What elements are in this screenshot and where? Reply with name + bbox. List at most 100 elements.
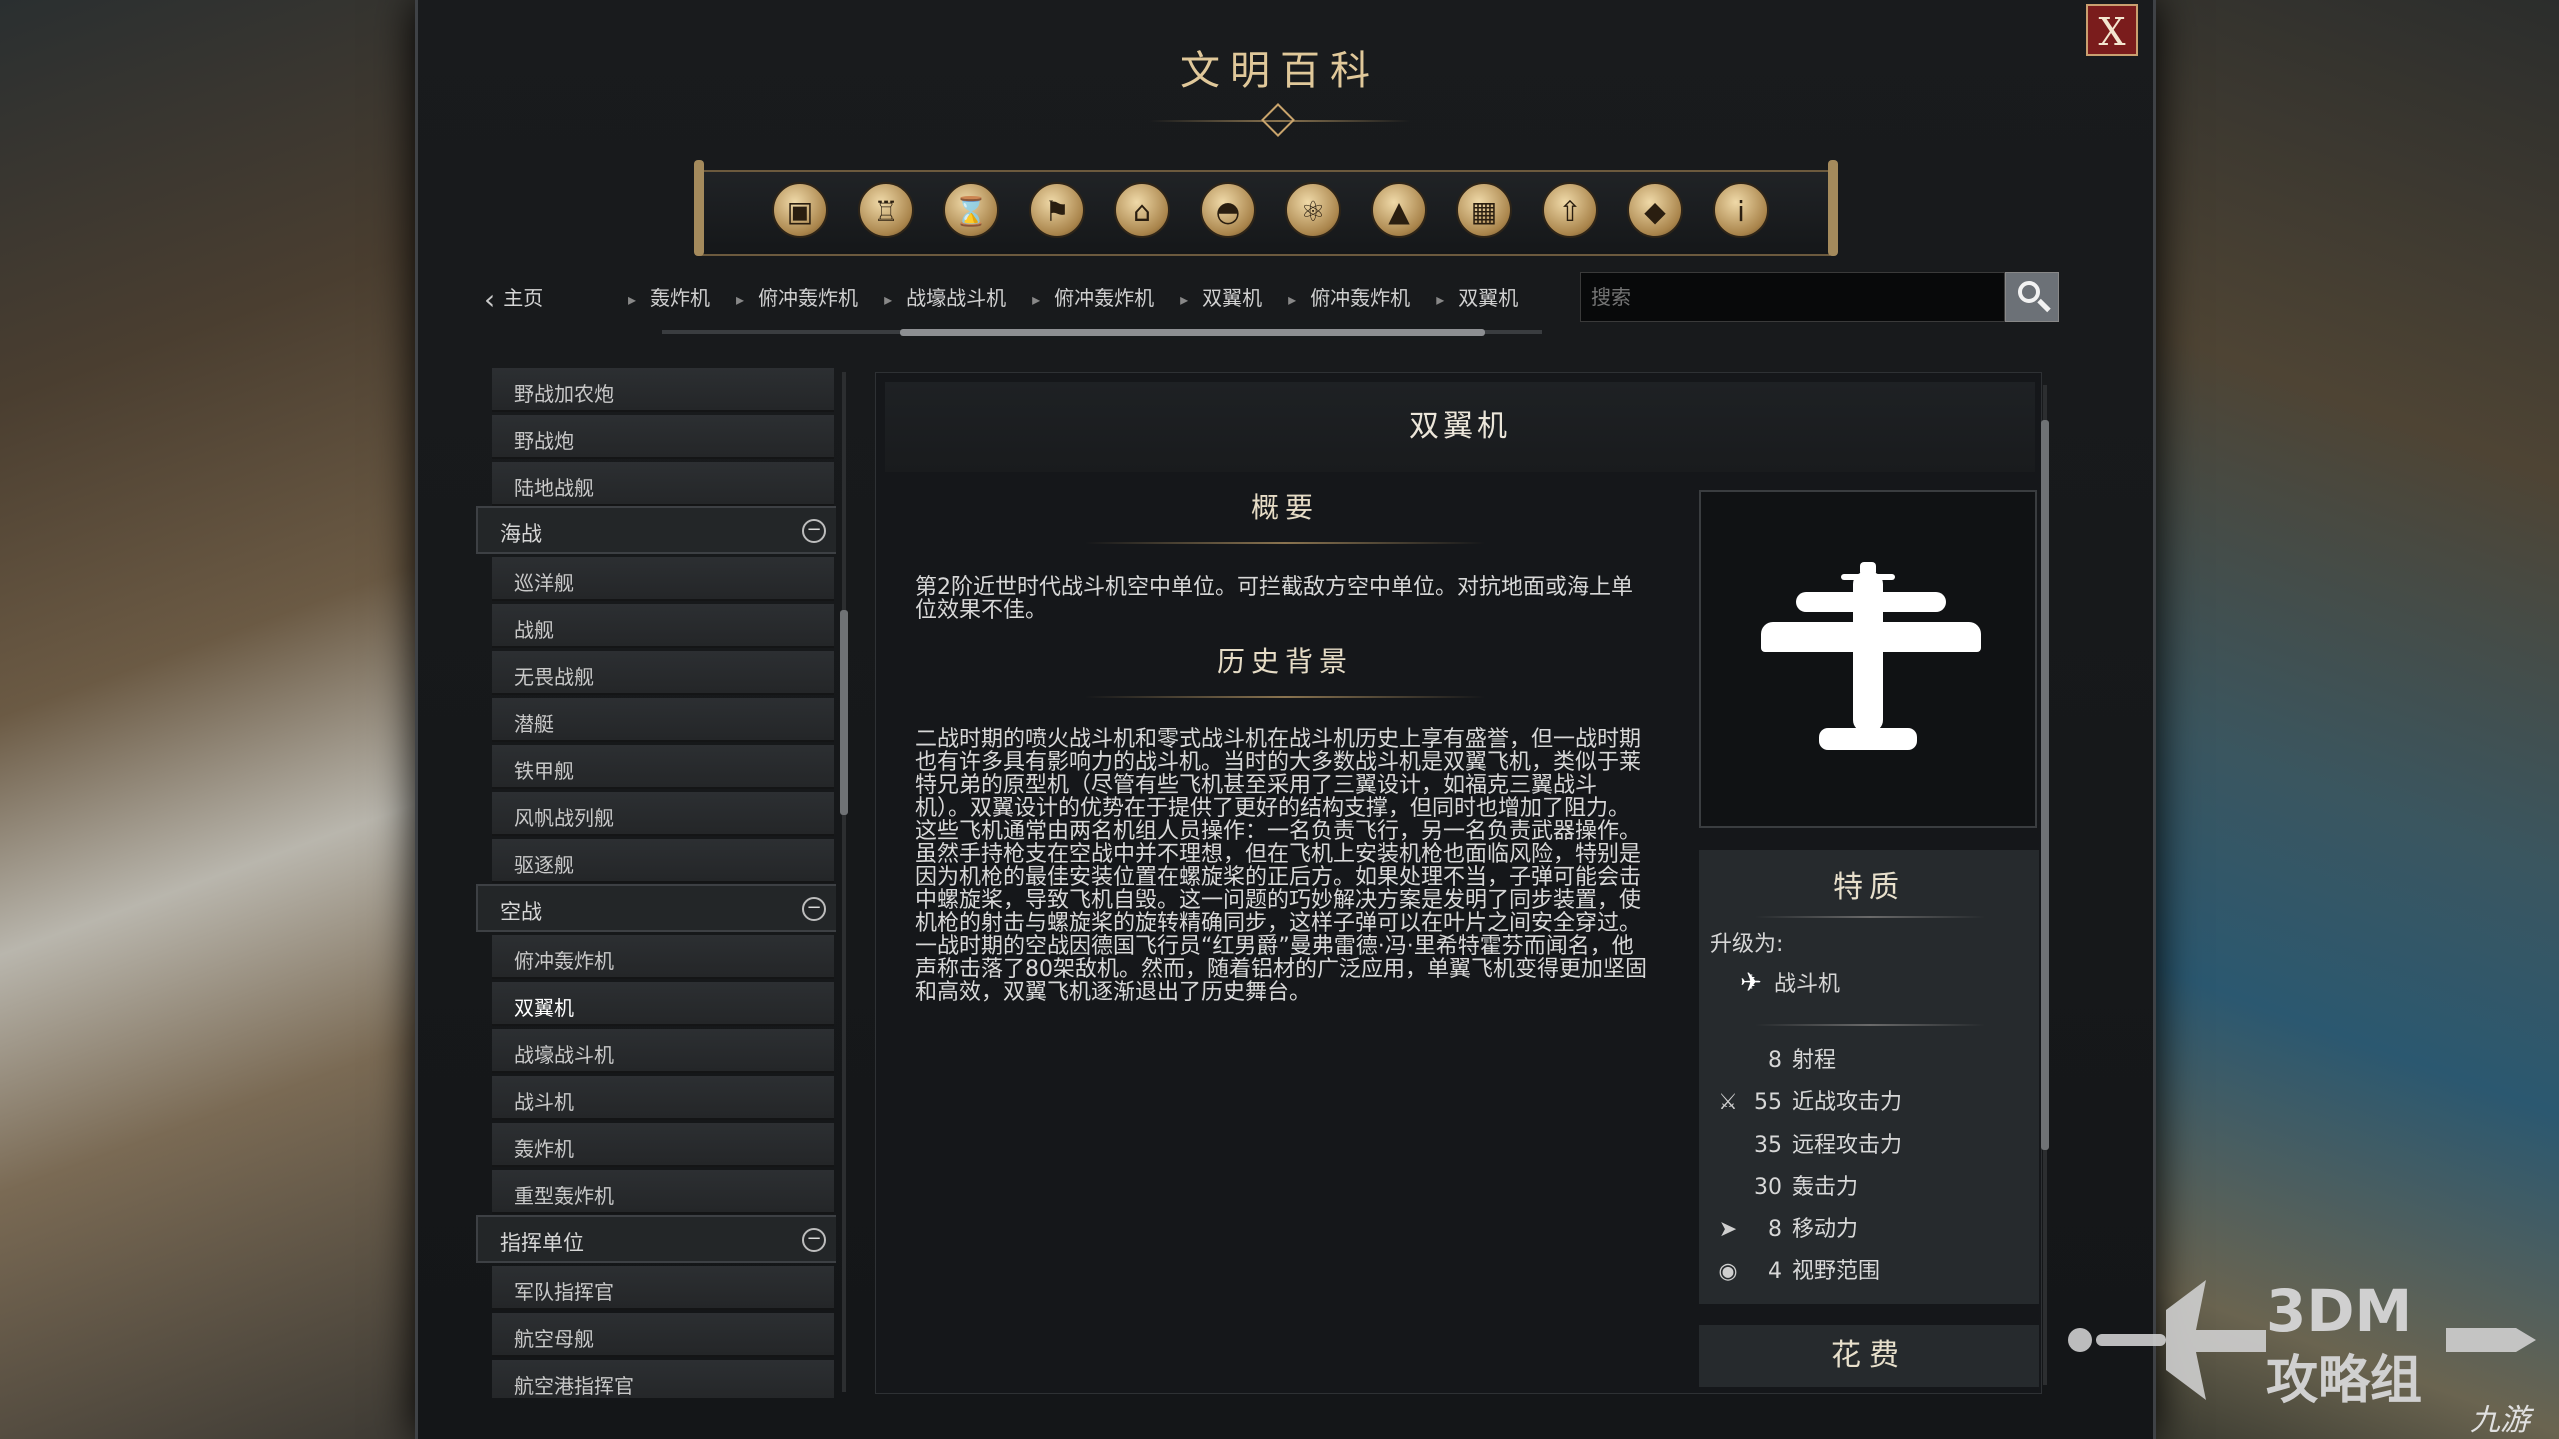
info-icon[interactable]: i [1713,182,1769,238]
stat-movement: ➤ 8 移动力 [1710,1211,1858,1243]
category-label: 海战 [500,522,542,546]
stat-label: 射程 [1792,1048,1837,1073]
movement-arrow-icon: ➤ [1718,1217,1738,1242]
stat-value: 8 [1768,1217,1782,1242]
list-item[interactable]: 无畏战舰 [492,651,834,695]
stat-value: 35 [1754,1133,1782,1158]
divider [1755,1024,1985,1026]
unit-list: 野战加农炮 野战炮 陆地战舰 海战 − 巡洋舰 战舰 无畏战舰 潜艇 铁甲舰 风… [476,368,836,1398]
stat-label: 视野范围 [1792,1259,1881,1284]
stat-value: 55 [1754,1090,1782,1115]
sword-icon: ⚔ [1718,1090,1738,1115]
breadcrumb-item[interactable]: 战壕战斗机 [884,282,1006,311]
atom-icon[interactable]: ⚛ [1285,182,1341,238]
cost-heading: 花费 [1699,1325,2039,1387]
hourglass-icon[interactable]: ⌛ [943,182,999,238]
breadcrumb-item[interactable]: 双翼机 [1180,282,1262,311]
stat-value: 30 [1754,1175,1782,1200]
list-item[interactable]: 风帆战列舰 [492,792,834,836]
goblet-icon[interactable]: ♖ [858,182,914,238]
history-text: 二战时期的喷火战斗机和零式战斗机在战斗机历史上享有盛誉，但一战时期也有许多具有影… [915,727,1647,1005]
eye-icon: ◉ [1718,1259,1738,1284]
upgrade-arrow-icon[interactable]: ⇧ [1542,182,1598,238]
building-icon[interactable]: ▦ [1456,182,1512,238]
search-input[interactable] [1580,272,2005,322]
breadcrumb-item[interactable]: 俯冲轰炸机 [1288,282,1410,311]
list-item[interactable]: 俯冲轰炸机 [492,935,834,979]
home-label: 主页 [503,286,544,310]
upgrade-target-link[interactable]: ✈ 战斗机 [1740,966,1840,998]
divider [1755,916,1985,918]
unit-list-scrollbar[interactable] [842,372,846,1392]
breadcrumb-item[interactable]: 轰炸机 [628,282,710,311]
list-item[interactable]: 潜艇 [492,698,834,742]
flag-icon[interactable]: ⚑ [1029,182,1085,238]
category-label: 指挥单位 [500,1231,584,1255]
breadcrumb: 轰炸机俯冲轰炸机战壕战斗机俯冲轰炸机双翼机俯冲轰炸机双翼机 [628,282,1544,311]
summary-heading: 概要 [1250,491,1319,524]
list-item[interactable]: 重型轰炸机 [492,1170,834,1214]
category-naval[interactable]: 海战 − [476,506,836,554]
museum-icon[interactable]: ⌂ [1114,182,1170,238]
watermark-group: 攻略组 [2266,1351,2423,1411]
list-item-selected[interactable]: 双翼机 [492,982,834,1026]
diamond-icon[interactable]: ◆ [1627,182,1683,238]
back-arrow-icon: ‹ [484,283,496,316]
mountain-icon[interactable]: ▲ [1371,182,1427,238]
upgrade-target-label: 战斗机 [1774,972,1841,997]
article-scrollbar-thumb[interactable] [2041,420,2049,1150]
close-button[interactable]: X [2086,4,2138,56]
crate-icon[interactable]: ▣ [772,182,828,238]
breadcrumb-scrollbar-thumb[interactable] [900,329,1485,336]
stat-range: 8 射程 [1710,1042,1836,1074]
collapse-icon[interactable]: − [802,1228,826,1252]
window-title: 文明百科 [1180,48,1380,94]
stat-label: 轰击力 [1792,1175,1859,1200]
stat-label: 远程攻击力 [1792,1133,1903,1158]
list-item[interactable]: 军队指挥官 [492,1266,834,1310]
collapse-icon[interactable]: − [802,519,826,543]
list-item[interactable]: 铁甲舰 [492,745,834,789]
breadcrumb-item[interactable]: 双翼机 [1436,282,1518,311]
list-item[interactable]: 轰炸机 [492,1123,834,1167]
category-label: 空战 [500,900,542,924]
fighter-plane-icon: ✈ [1740,968,1762,998]
breadcrumb-item[interactable]: 俯冲轰炸机 [1032,282,1154,311]
watermark-site: 九游 [2470,1403,2530,1438]
list-item[interactable]: 战斗机 [492,1076,834,1120]
collapse-icon[interactable]: − [802,897,826,921]
stat-ranged: 35 远程攻击力 [1710,1127,1902,1159]
stat-bombard: 30 轰击力 [1710,1169,1858,1201]
stat-melee: ⚔ 55 近战攻击力 [1710,1084,1902,1116]
search-button[interactable] [2005,272,2059,322]
breadcrumb-item[interactable]: 俯冲轰炸机 [736,282,858,311]
list-item[interactable]: 战舰 [492,604,834,648]
section-ornament [1085,542,1485,544]
map-background-right [2139,0,2559,1439]
list-item[interactable]: 巡洋舰 [492,557,834,601]
list-item[interactable]: 野战炮 [492,415,834,459]
history-heading: 历史背景 [1216,645,1353,678]
list-item[interactable]: 战壕战斗机 [492,1029,834,1073]
icon-bar-cap-right [1828,160,1838,256]
category-command[interactable]: 指挥单位 − [476,1215,836,1263]
list-item[interactable]: 陆地战舰 [492,462,834,506]
list-item[interactable]: 野战加农炮 [492,368,834,412]
stat-sight: ◉ 4 视野范围 [1710,1253,1880,1285]
map-background-left [0,0,420,1439]
list-item[interactable]: 航空港指挥官 [492,1360,834,1398]
icon-bar-cap-left [694,160,704,256]
stat-value: 4 [1768,1259,1782,1284]
section-ornament [1085,696,1485,698]
summary-text: 第2阶近世时代战斗机空中单位。可拦截敌方空中单位。对抗地面或海上单位效果不佳。 [915,575,1633,623]
biplane-icon [1761,562,1981,750]
list-item[interactable]: 驱逐舰 [492,839,834,883]
category-air[interactable]: 空战 − [476,884,836,932]
dome-icon[interactable]: ◓ [1200,182,1256,238]
list-item[interactable]: 航空母舰 [492,1313,834,1357]
unit-list-scrollbar-thumb[interactable] [840,610,848,815]
unit-portrait [1699,490,2037,828]
home-link[interactable]: ‹ 主页 [484,282,543,316]
stat-value: 8 [1768,1048,1782,1073]
upgrade-label: 升级为: [1710,932,1784,957]
